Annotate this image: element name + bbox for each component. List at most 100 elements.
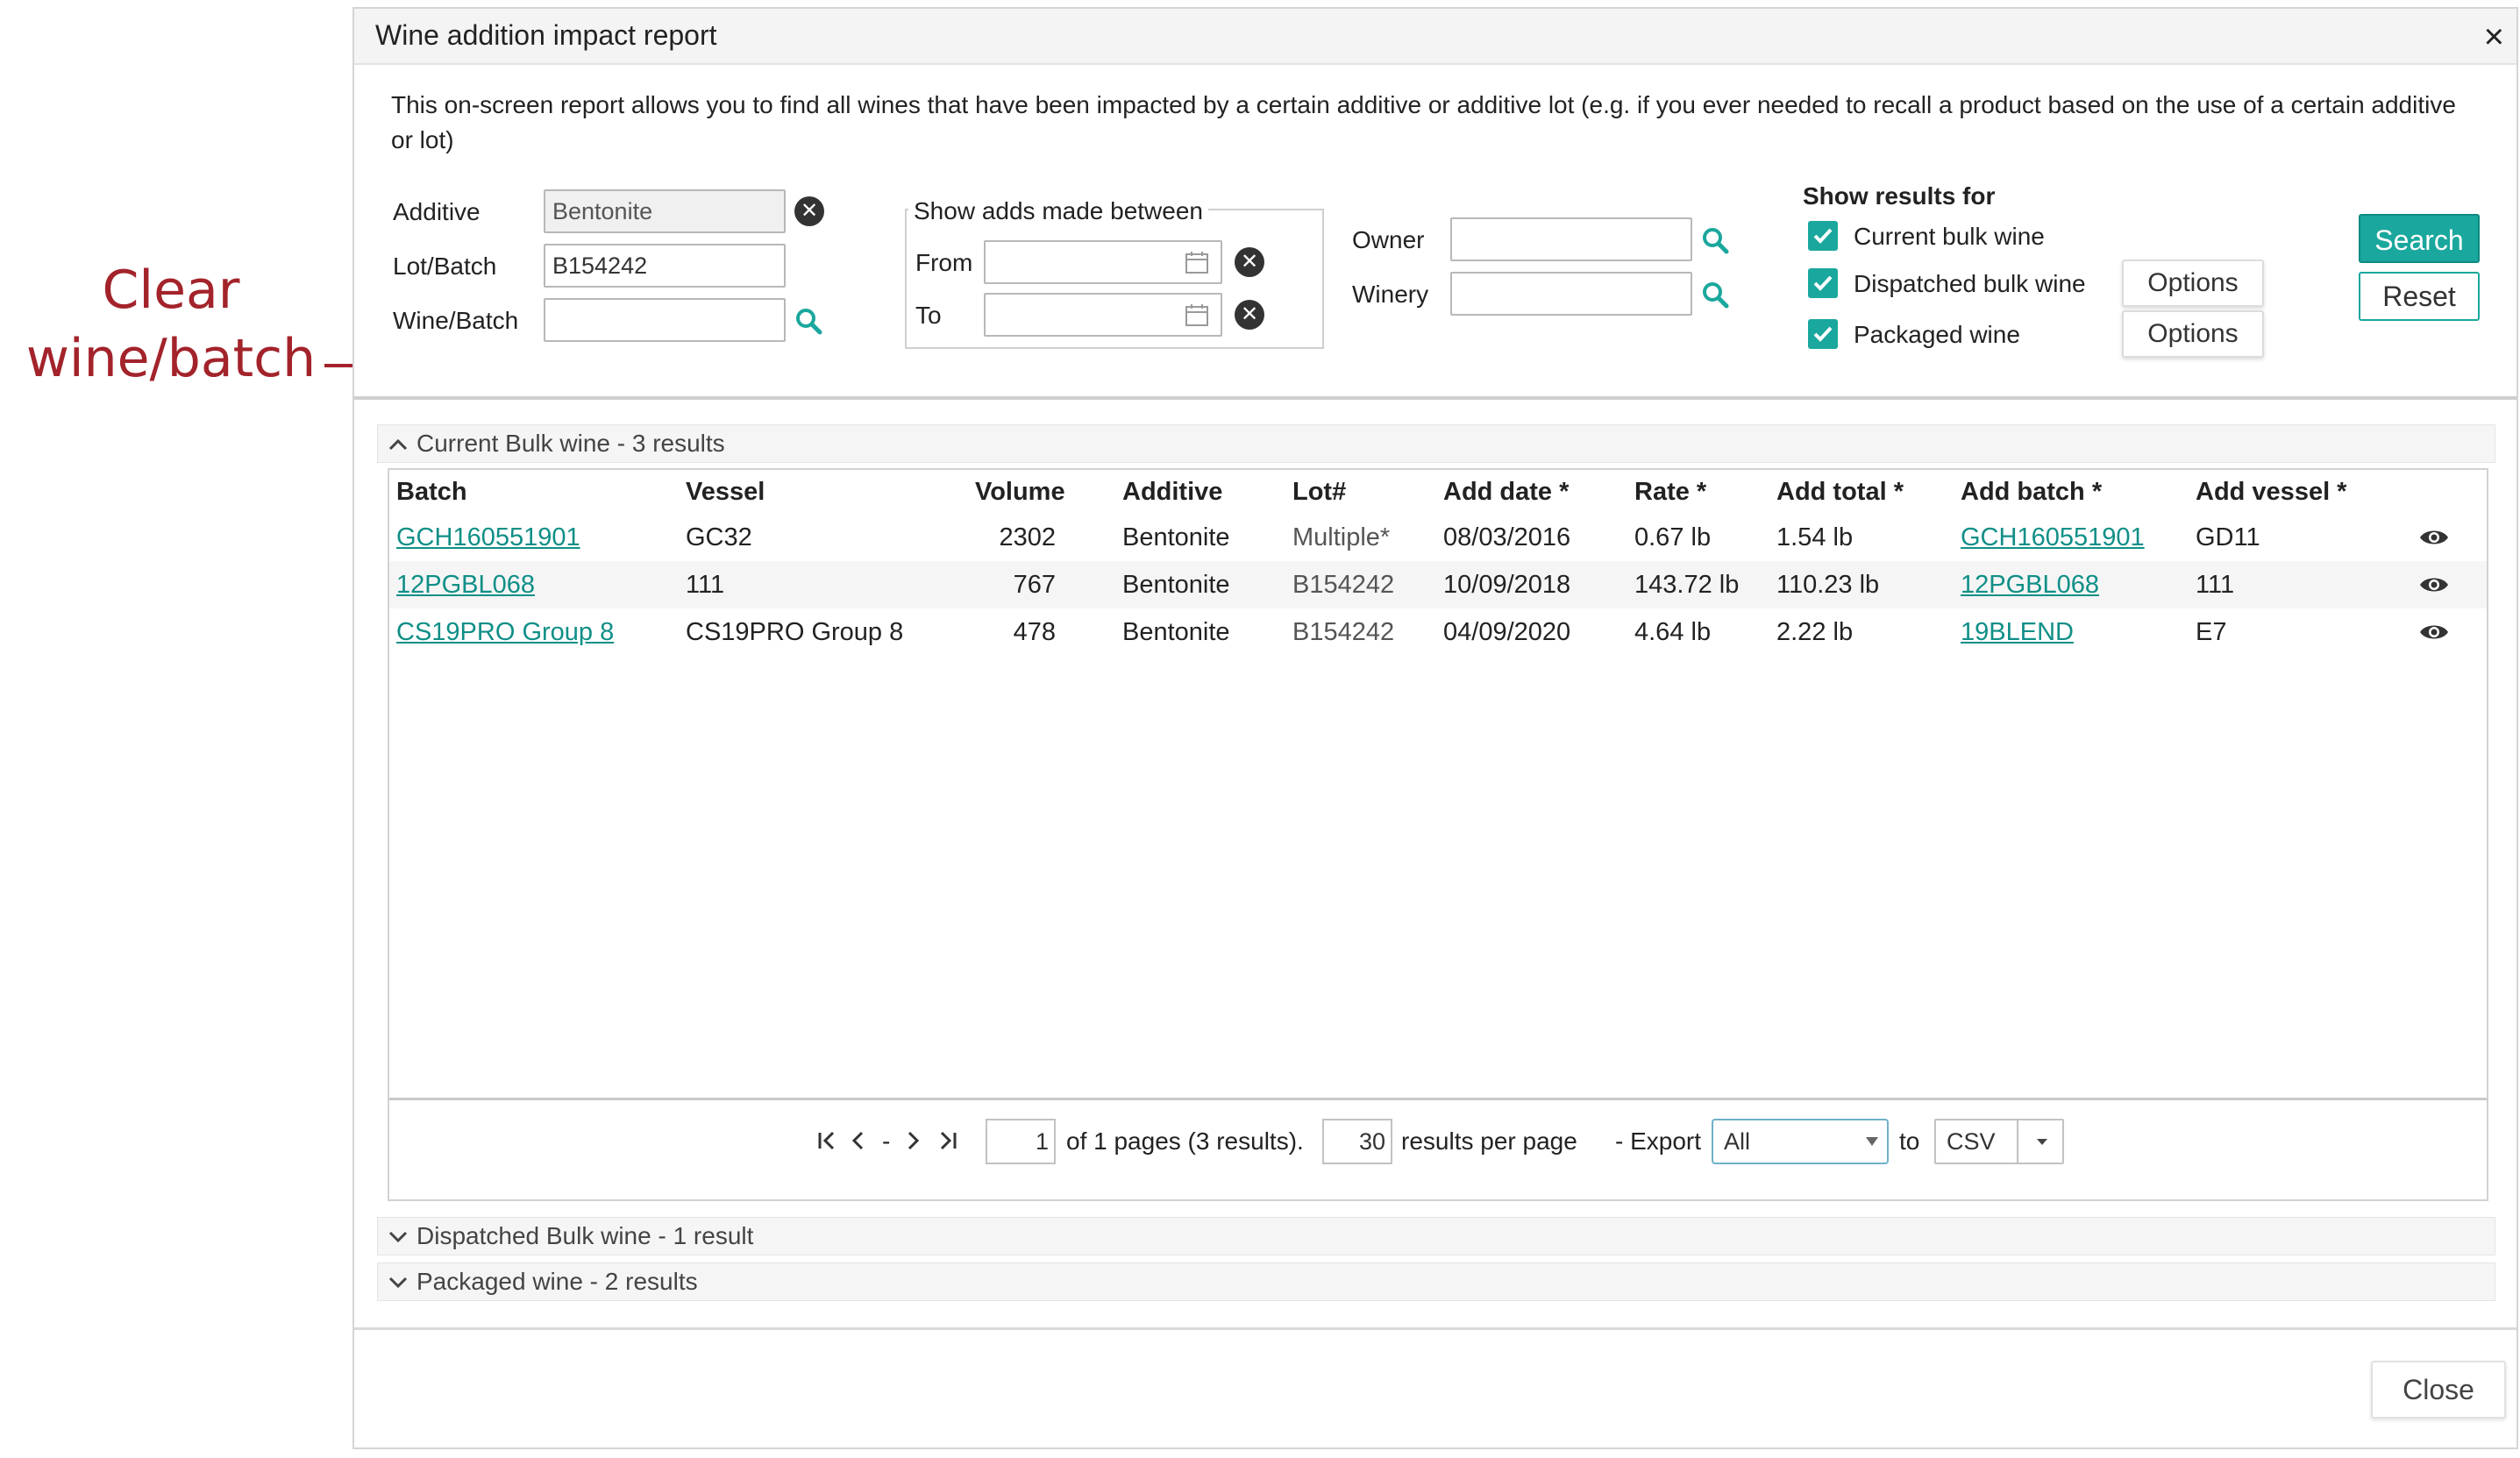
export-label: - Export bbox=[1615, 1127, 1702, 1155]
dropdown-arrow-icon bbox=[1866, 1137, 1878, 1146]
chevron-down-icon bbox=[388, 1277, 408, 1289]
col-add-vessel[interactable]: Add vessel * bbox=[2196, 475, 2346, 509]
table-row: CS19PRO Group 8 CS19PRO Group 8 478 Bent… bbox=[389, 608, 2487, 656]
from-label: From bbox=[915, 249, 973, 276]
col-volume[interactable]: Volume bbox=[975, 475, 1065, 509]
show-results-heading: Show results for bbox=[1803, 182, 1996, 210]
from-calendar-icon[interactable] bbox=[1184, 249, 1210, 275]
wine-batch-search-icon[interactable] bbox=[793, 305, 824, 337]
first-page-icon[interactable] bbox=[815, 1127, 840, 1154]
col-add-total[interactable]: Add total * bbox=[1776, 475, 1904, 509]
lot-cell: B154242 bbox=[1292, 618, 1395, 646]
col-add-batch[interactable]: Add batch * bbox=[1961, 475, 2102, 509]
export-format-select[interactable]: CSV bbox=[1934, 1119, 2064, 1164]
report-description: This on-screen report allows you to find… bbox=[391, 91, 2456, 153]
batch-link[interactable]: 12PGBL068 bbox=[396, 568, 535, 601]
reset-button[interactable]: Reset bbox=[2359, 272, 2480, 321]
lot-batch-field[interactable]: B154242 bbox=[544, 244, 786, 288]
wine-addition-impact-dialog: Wine addition impact report × This on-sc… bbox=[352, 7, 2518, 1449]
close-button[interactable]: Close bbox=[2371, 1361, 2506, 1419]
wine-batch-field[interactable] bbox=[544, 298, 786, 342]
annotation-line-1: Clear bbox=[102, 260, 240, 321]
owner-field[interactable] bbox=[1450, 217, 1692, 261]
dialog-title: Wine addition impact report bbox=[375, 19, 717, 51]
rate-cell: 143.72 lb bbox=[1634, 571, 1740, 599]
next-page-icon[interactable] bbox=[903, 1127, 922, 1154]
export-scope-select[interactable]: All bbox=[1712, 1119, 1889, 1164]
batch-link[interactable]: CS19PRO Group 8 bbox=[396, 615, 614, 649]
table-header: Batch Vessel Volume Additive Lot# Add da… bbox=[389, 470, 2487, 514]
col-batch[interactable]: Batch bbox=[396, 475, 467, 509]
add-total-cell: 2.22 lb bbox=[1776, 618, 1854, 646]
col-vessel[interactable]: Vessel bbox=[686, 475, 765, 509]
rate-cell: 0.67 lb bbox=[1634, 523, 1712, 551]
table-row: GCH160551901 GC32 2302 Bentonite Multipl… bbox=[389, 514, 2487, 561]
add-vessel-cell: E7 bbox=[2196, 618, 2227, 646]
section-current-bulk-header[interactable]: Current Bulk wine - 3 results bbox=[377, 424, 2495, 463]
volume-cell: 767 bbox=[1013, 571, 1056, 599]
col-lot[interactable]: Lot# bbox=[1292, 475, 1346, 509]
per-page-label: results per page bbox=[1401, 1127, 1577, 1155]
current-bulk-checkbox[interactable] bbox=[1808, 221, 1838, 251]
col-additive[interactable]: Additive bbox=[1122, 475, 1222, 509]
add-batch-link[interactable]: 19BLEND bbox=[1961, 615, 2074, 649]
additive-cell: Bentonite bbox=[1122, 618, 1230, 646]
per-page-input[interactable]: 30 bbox=[1322, 1119, 1392, 1164]
lot-batch-label: Lot/Batch bbox=[393, 252, 497, 280]
winery-field[interactable] bbox=[1450, 272, 1692, 316]
packaged-options-button[interactable]: Options bbox=[2122, 310, 2264, 358]
last-page-icon[interactable] bbox=[935, 1127, 959, 1154]
additive-cell: Bentonite bbox=[1122, 571, 1230, 599]
add-vessel-cell: 111 bbox=[2196, 571, 2235, 599]
clear-to-date-icon[interactable]: ✕ bbox=[1235, 300, 1264, 330]
additive-label: Additive bbox=[393, 198, 481, 225]
view-eye-icon[interactable] bbox=[2418, 573, 2450, 596]
owner-search-icon[interactable] bbox=[1699, 224, 1731, 256]
dispatched-options-button[interactable]: Options bbox=[2122, 260, 2264, 307]
annotation-line-2: wine/batch bbox=[25, 328, 317, 389]
pager: - 1 of 1 pages (3 results). 30 results p… bbox=[389, 1110, 2487, 1180]
to-format-label: to bbox=[1899, 1127, 1920, 1155]
search-button[interactable]: Search bbox=[2359, 214, 2480, 263]
packaged-checkbox[interactable] bbox=[1808, 319, 1838, 349]
add-date-cell: 08/03/2016 bbox=[1443, 523, 1571, 551]
chevron-down-icon bbox=[388, 1231, 408, 1243]
clear-additive-icon[interactable]: ✕ bbox=[794, 196, 824, 226]
results-grid: Batch Vessel Volume Additive Lot# Add da… bbox=[388, 468, 2488, 1201]
add-batch-link[interactable]: 12PGBL068 bbox=[1961, 568, 2099, 601]
prev-page-icon[interactable] bbox=[849, 1127, 868, 1154]
rate-cell: 4.64 lb bbox=[1634, 618, 1712, 646]
to-label: To bbox=[915, 302, 942, 329]
view-eye-icon[interactable] bbox=[2418, 526, 2450, 549]
pager-divider bbox=[389, 1098, 2487, 1100]
chevron-up-icon bbox=[388, 438, 408, 451]
add-total-cell: 1.54 lb bbox=[1776, 523, 1854, 551]
view-eye-icon[interactable] bbox=[2418, 621, 2450, 644]
section-current-bulk-title: Current Bulk wine - 3 results bbox=[416, 430, 725, 457]
to-calendar-icon[interactable] bbox=[1184, 302, 1210, 328]
section-dispatched-bulk-header[interactable]: Dispatched Bulk wine - 1 result bbox=[377, 1217, 2495, 1255]
add-batch-link[interactable]: GCH160551901 bbox=[1961, 521, 2145, 554]
chevron-down-icon bbox=[2037, 1139, 2047, 1145]
volume-cell: 2302 bbox=[999, 523, 1056, 551]
col-rate[interactable]: Rate * bbox=[1634, 475, 1706, 509]
section-packaged-title: Packaged wine - 2 results bbox=[416, 1268, 698, 1295]
batch-link[interactable]: GCH160551901 bbox=[396, 521, 580, 554]
col-add-date[interactable]: Add date * bbox=[1443, 475, 1569, 509]
add-date-cell: 04/09/2020 bbox=[1443, 618, 1571, 646]
pages-summary: of 1 pages (3 results). bbox=[1066, 1127, 1304, 1155]
current-bulk-label: Current bulk wine bbox=[1854, 223, 2045, 250]
winery-search-icon[interactable] bbox=[1699, 279, 1731, 310]
section-dispatched-bulk-title: Dispatched Bulk wine - 1 result bbox=[416, 1222, 754, 1249]
additive-field[interactable]: Bentonite bbox=[544, 189, 786, 233]
winery-label: Winery bbox=[1352, 281, 1429, 308]
additive-cell: Bentonite bbox=[1122, 523, 1230, 551]
date-range-legend: Show adds made between bbox=[908, 196, 1208, 226]
packaged-label: Packaged wine bbox=[1854, 321, 2020, 348]
dispatched-bulk-checkbox[interactable] bbox=[1808, 268, 1838, 298]
export-scope-value: All bbox=[1724, 1128, 1751, 1155]
section-packaged-header[interactable]: Packaged wine - 2 results bbox=[377, 1262, 2495, 1301]
clear-from-date-icon[interactable]: ✕ bbox=[1235, 247, 1264, 277]
close-icon[interactable]: × bbox=[2484, 18, 2504, 56]
page-number-input[interactable]: 1 bbox=[986, 1119, 1056, 1164]
